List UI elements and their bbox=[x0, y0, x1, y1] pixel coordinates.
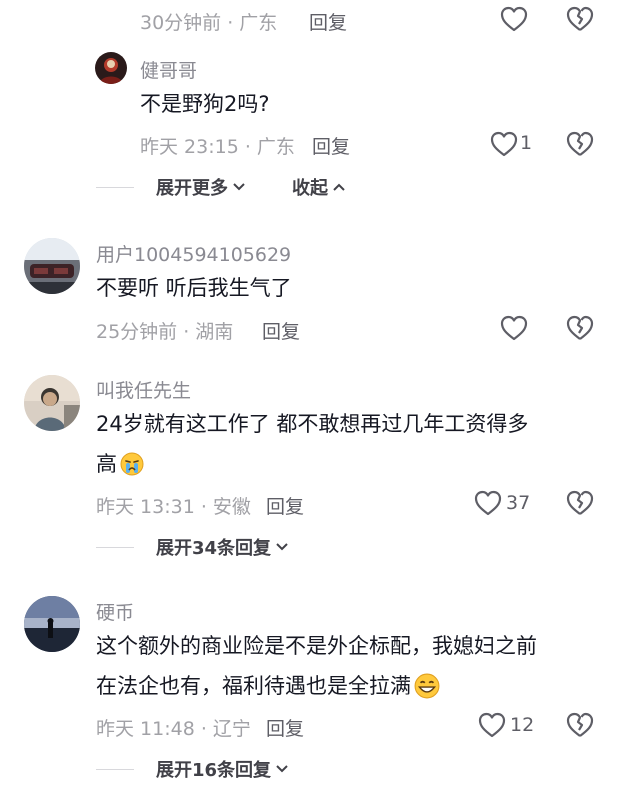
expand-more-label: 展开更多 bbox=[156, 178, 228, 199]
chevron-up-icon bbox=[333, 183, 345, 191]
chevron-down-icon bbox=[276, 543, 288, 551]
like-count: 1 bbox=[520, 132, 533, 154]
heart-outline-icon[interactable] bbox=[478, 712, 506, 738]
comment-text-tail: 高 bbox=[96, 452, 117, 476]
heart-outline-icon[interactable] bbox=[500, 315, 528, 341]
expand-replies-button[interactable]: 展开34条回复 bbox=[96, 534, 290, 560]
comment-text-line: 24岁就有这工作了 都不敢想再过几年工资得多 bbox=[96, 412, 529, 436]
comment-time-location: 昨天 11:48 · 辽宁 bbox=[96, 718, 251, 740]
avatar[interactable] bbox=[24, 596, 80, 652]
broken-heart-outline-icon[interactable] bbox=[566, 490, 594, 516]
broken-heart-outline-icon[interactable] bbox=[566, 315, 594, 341]
comment-text: 不是野狗2吗? bbox=[140, 92, 270, 116]
expand-more-button[interactable]: 展开更多 bbox=[96, 174, 247, 200]
expand-replies-label: 展开16条回复 bbox=[156, 760, 272, 781]
heart-outline-icon[interactable] bbox=[490, 131, 518, 157]
comment-text-line: 在法企也有，福利待遇也是全拉满 bbox=[96, 666, 440, 706]
heart-outline-icon[interactable] bbox=[500, 6, 528, 32]
divider-line bbox=[96, 186, 134, 188]
like-count: 37 bbox=[506, 492, 531, 514]
comment-time-location: 30分钟前 · 广东 bbox=[140, 12, 278, 34]
divider-line bbox=[96, 546, 134, 548]
broken-heart-outline-icon[interactable] bbox=[566, 131, 594, 157]
comment-time-location: 25分钟前 · 湖南 bbox=[96, 321, 234, 343]
collapse-button[interactable]: 收起 bbox=[292, 174, 347, 200]
chevron-down-icon bbox=[276, 765, 288, 773]
broken-heart-outline-icon[interactable] bbox=[566, 712, 594, 738]
comment-username[interactable]: 叫我任先生 bbox=[96, 376, 191, 403]
comment-text: 不要听 听后我生气了 bbox=[96, 276, 292, 300]
broken-heart-outline-icon[interactable] bbox=[566, 6, 594, 32]
comment-text-tail: 在法企也有，福利待遇也是全拉满 bbox=[96, 674, 411, 698]
reply-button[interactable]: 回复 bbox=[309, 8, 347, 35]
chevron-down-icon bbox=[233, 183, 245, 191]
avatar[interactable] bbox=[24, 238, 80, 294]
expand-replies-label: 展开34条回复 bbox=[156, 538, 272, 559]
heart-outline-icon[interactable] bbox=[474, 490, 502, 516]
like-count: 12 bbox=[510, 714, 535, 736]
reply-button[interactable]: 回复 bbox=[262, 317, 300, 344]
divider-line bbox=[96, 768, 134, 770]
comment-time-location: 昨天 23:15 · 广东 bbox=[140, 136, 295, 158]
avatar[interactable] bbox=[24, 375, 80, 431]
reply-button[interactable]: 回复 bbox=[266, 492, 304, 519]
grinning-face-emoji bbox=[414, 673, 440, 699]
comment-time-location: 昨天 13:31 · 安徽 bbox=[96, 496, 251, 518]
comment-username[interactable]: 用户1004594105629 bbox=[96, 240, 291, 267]
comment-text-line: 高 bbox=[96, 444, 144, 484]
collapse-label: 收起 bbox=[292, 178, 328, 199]
reply-button[interactable]: 回复 bbox=[266, 714, 304, 741]
comment-username[interactable]: 硬币 bbox=[96, 598, 134, 625]
reply-button[interactable]: 回复 bbox=[312, 132, 350, 159]
crying-face-emoji bbox=[120, 452, 144, 476]
comment-text-line: 这个额外的商业险是不是外企标配，我媳妇之前 bbox=[96, 634, 537, 658]
expand-replies-button[interactable]: 展开16条回复 bbox=[96, 756, 290, 782]
comment-username[interactable]: 健哥哥 bbox=[140, 56, 197, 83]
avatar[interactable] bbox=[95, 52, 127, 84]
